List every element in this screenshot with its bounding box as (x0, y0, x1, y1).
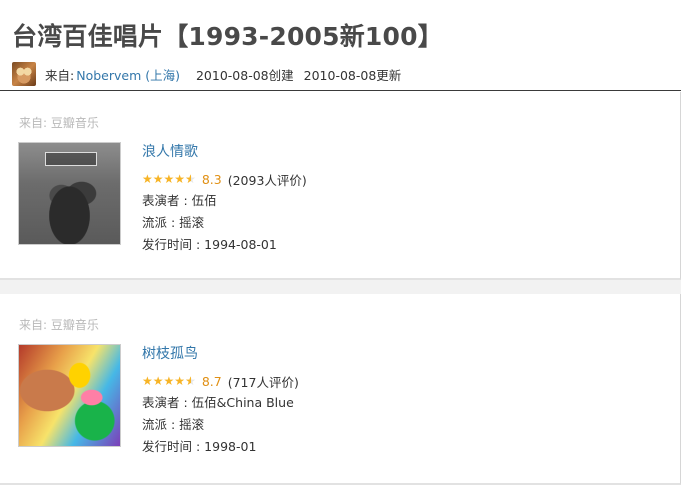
release-label: 发行时间 : (142, 439, 201, 454)
item-source: 来自: 豆瓣音乐 (19, 318, 99, 332)
created-date: 2010-08-08创建 (195, 67, 294, 83)
updated-date: 2010-08-08更新 (303, 67, 402, 83)
from-label: 来自: (45, 67, 75, 83)
rating-score: 8.7 (201, 373, 222, 389)
page-title: 台湾百佳唱片【1993-2005新100】 (12, 22, 443, 51)
star-icon: ★ (174, 374, 186, 388)
release-line: 发行时间 : 1998-01 (142, 436, 299, 458)
rating-votes: (2093人评价) (227, 172, 307, 188)
rating-votes: (717人评价) (227, 374, 299, 390)
album-title-link[interactable]: 浪人情歌 (142, 142, 307, 164)
performer-label: 表演者 : (142, 193, 188, 208)
rating-row: ★ ★ ★ ★ ★ 8.3 (2093人评价) (142, 168, 307, 190)
genre-label: 流派 : (142, 417, 176, 432)
performer-label: 表演者 : (142, 395, 188, 410)
star-icon: ★ (163, 172, 175, 186)
rating-score: 8.3 (201, 171, 222, 187)
item-info: 树枝孤鸟 ★ ★ ★ ★ ★ 8.7 (717人评价) 表演者 : 伍佰&Chi… (142, 344, 299, 458)
genre-line: 流派 : 摇滚 (142, 414, 299, 436)
rating-row: ★ ★ ★ ★ ★ 8.7 (717人评价) (142, 370, 299, 392)
list-item: 来自: 豆瓣音乐 树枝孤鸟 ★ ★ ★ ★ ★ 8.7 (717人评价) 表演者… (0, 294, 681, 485)
avatar[interactable] (12, 62, 36, 86)
release-value: 1998-01 (204, 439, 257, 454)
release-value: 1994-08-01 (204, 237, 277, 252)
half-star-icon: ★ (185, 375, 196, 387)
performer-value: 伍佰&China Blue (191, 395, 294, 410)
genre-value: 摇滚 (179, 417, 205, 432)
genre-value: 摇滚 (179, 215, 205, 230)
card-divider (0, 280, 681, 294)
doulist-header: 台湾百佳唱片【1993-2005新100】 来自: Nobervem (上海) … (0, 0, 681, 91)
release-line: 发行时间 : 1994-08-01 (142, 234, 307, 256)
star-rating: ★ ★ ★ ★ ★ (142, 375, 196, 387)
doulist-page: 台湾百佳唱片【1993-2005新100】 来自: Nobervem (上海) … (0, 0, 681, 485)
list-item: 来自: 豆瓣音乐 浪人情歌 ★ ★ ★ ★ ★ 8.3 (2093人评价) 表演… (0, 92, 681, 280)
star-icon: ★ (174, 172, 186, 186)
album-title-link[interactable]: 树枝孤鸟 (142, 344, 299, 366)
star-icon: ★ (142, 374, 153, 388)
performer-value: 伍佰 (191, 193, 217, 208)
star-icon: ★ (152, 172, 164, 186)
half-star-icon: ★ (185, 173, 196, 185)
performer-line: 表演者 : 伍佰 (142, 190, 307, 212)
cover-title-box (45, 152, 97, 166)
performer-line: 表演者 : 伍佰&China Blue (142, 392, 299, 414)
item-info: 浪人情歌 ★ ★ ★ ★ ★ 8.3 (2093人评价) 表演者 : 伍佰 流派… (142, 142, 307, 256)
star-icon: ★ (142, 172, 153, 186)
star-rating: ★ ★ ★ ★ ★ (142, 173, 196, 185)
album-cover[interactable] (18, 142, 121, 245)
star-icon: ★ (152, 374, 164, 388)
release-label: 发行时间 : (142, 237, 201, 252)
user-link[interactable]: Nobervem (上海) (76, 65, 180, 84)
album-cover[interactable] (18, 344, 121, 447)
star-icon: ★ (163, 374, 175, 388)
genre-line: 流派 : 摇滚 (142, 212, 307, 234)
genre-label: 流派 : (142, 215, 176, 230)
item-source: 来自: 豆瓣音乐 (19, 116, 99, 130)
doulist-meta: 来自: Nobervem (上海) 2010-08-08创建 2010-08-0… (12, 61, 401, 87)
